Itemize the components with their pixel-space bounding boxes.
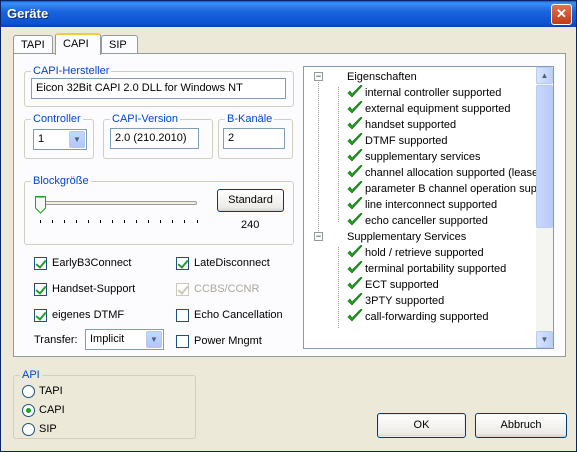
checkmark-icon <box>347 245 363 258</box>
checkmark-icon <box>347 293 363 306</box>
standard-button[interactable]: Standard <box>217 189 284 212</box>
tree-item-label: call-forwarding supported <box>365 311 489 323</box>
tree-item-label: hold / retrieve supported <box>365 247 484 259</box>
chevron-up-icon: ▲ <box>540 71 549 80</box>
version-field[interactable]: 2.0 (210.2010) <box>110 128 199 149</box>
close-button[interactable]: ✕ <box>551 4 572 25</box>
chevron-down-icon[interactable]: ▼ <box>146 331 162 348</box>
tree-item-label: DTMF supported <box>365 135 448 147</box>
echo-cancellation-label: Echo Cancellation <box>194 309 283 321</box>
tree-item-label: supplementary services <box>365 151 481 163</box>
api-radio-label: TAPI <box>39 385 63 397</box>
chevron-down-icon[interactable]: ▼ <box>69 131 85 148</box>
radio-button[interactable] <box>22 423 35 436</box>
late-disconnect-box[interactable] <box>176 257 189 270</box>
scroll-thumb[interactable] <box>536 85 553 228</box>
slider-ticks <box>40 220 198 223</box>
tree-item-label: handset supported <box>365 119 457 131</box>
tree-item-label: echo canceller supported <box>365 215 488 227</box>
checkmark-icon <box>347 165 363 178</box>
tree-item-label: external equipment supported <box>365 103 511 115</box>
collapse-icon[interactable]: − <box>314 72 323 81</box>
checkmark-icon <box>347 261 363 274</box>
checkmark-icon <box>347 213 363 226</box>
tab-sip[interactable]: SIP <box>101 35 138 54</box>
checkmark-icon <box>347 309 363 322</box>
tab-tapi[interactable]: TAPI <box>13 35 53 54</box>
tree-item-label: ECT supported <box>365 279 439 291</box>
controller-value: 1 <box>38 133 45 145</box>
eigenes-dtmf-box[interactable] <box>34 309 47 322</box>
tree-item-label: terminal portability supported <box>365 263 507 275</box>
checkmark-icon <box>347 101 363 114</box>
tree-item-label: internal controller supported <box>365 87 502 99</box>
title-bar[interactable]: Geräte ✕ <box>1 1 576 27</box>
blockgroesse-label: Blockgröße <box>31 175 91 187</box>
transfer-select[interactable]: Implicit ▼ <box>85 329 164 350</box>
checkmark-icon <box>347 181 363 194</box>
hersteller-field[interactable]: Eicon 32Bit CAPI 2.0 DLL for Windows NT <box>31 78 286 99</box>
tree-item-label: 3PTY supported <box>365 295 445 307</box>
checkmark-icon <box>347 85 363 98</box>
chevron-down-icon: ▼ <box>540 335 549 344</box>
cancel-button[interactable]: Abbruch <box>475 413 567 438</box>
checkmark-icon <box>347 133 363 146</box>
power-mngmt-label: Power Mngmt <box>194 335 262 347</box>
ccbs-ccnr-label: CCBS/CCNR <box>194 283 260 295</box>
version-label: CAPI-Version <box>110 113 181 125</box>
api-radio-label: CAPI <box>39 404 65 416</box>
collapse-icon[interactable]: − <box>314 232 323 241</box>
late-disconnect-label: LateDisconnect <box>194 257 270 269</box>
controller-label: Controller <box>31 113 83 125</box>
window-title: Geräte <box>7 6 49 21</box>
api-radio-label: SIP <box>39 423 57 435</box>
radio-button[interactable] <box>22 385 35 398</box>
early-b3-box[interactable] <box>34 257 47 270</box>
handset-support-label: Handset-Support <box>52 283 136 295</box>
ccbs-ccnr-box <box>176 283 189 296</box>
tree-item-label: line interconnect supported <box>365 199 498 211</box>
handset-support-box[interactable] <box>34 283 47 296</box>
blockgroesse-slider-thumb[interactable] <box>35 196 46 214</box>
tab-capi[interactable]: CAPI <box>55 33 101 55</box>
blockgroesse-slider-track[interactable] <box>37 201 197 205</box>
bkanaele-label: B-Kanäle <box>225 113 275 125</box>
radio-button[interactable] <box>22 404 35 417</box>
transfer-value: Implicit <box>90 333 125 345</box>
controller-select[interactable]: 1 ▼ <box>33 129 87 150</box>
checkmark-icon <box>347 277 363 290</box>
close-icon: ✕ <box>556 6 567 21</box>
bkanaele-field[interactable]: 2 <box>223 128 285 149</box>
eigenes-dtmf-label: eigenes DTMF <box>52 309 125 321</box>
echo-cancellation-box[interactable] <box>176 309 189 322</box>
checkmark-icon <box>347 117 363 130</box>
power-mngmt-box[interactable] <box>176 335 189 348</box>
checkmark-icon <box>347 197 363 210</box>
api-label: API <box>20 369 42 381</box>
tree-item-label: parameter B channel operation sup <box>365 183 537 195</box>
tree-scrollbar[interactable]: ▲ ▼ <box>536 67 553 348</box>
tree-group-label[interactable]: Eigenschaften <box>347 71 417 83</box>
hersteller-label: CAPI-Hersteller <box>31 65 112 77</box>
capabilities-tree[interactable]: − Eigenschaften internal controller suppor… <box>303 66 554 349</box>
tree-group-label[interactable]: Supplementary Services <box>347 231 466 243</box>
checkmark-icon <box>347 149 363 162</box>
scroll-up-button[interactable]: ▲ <box>536 67 553 84</box>
block-value: 240 <box>241 219 260 231</box>
scroll-down-button[interactable]: ▼ <box>536 331 553 348</box>
ok-button[interactable]: OK <box>377 413 466 438</box>
transfer-label: Transfer: <box>34 334 78 346</box>
early-b3-label: EarlyB3Connect <box>52 257 132 269</box>
devices-dialog: Geräte ✕ TAPI CAPI SIP CAPI-Hersteller E… <box>0 0 577 452</box>
tree-item-label: channel allocation supported (lease <box>365 167 539 179</box>
